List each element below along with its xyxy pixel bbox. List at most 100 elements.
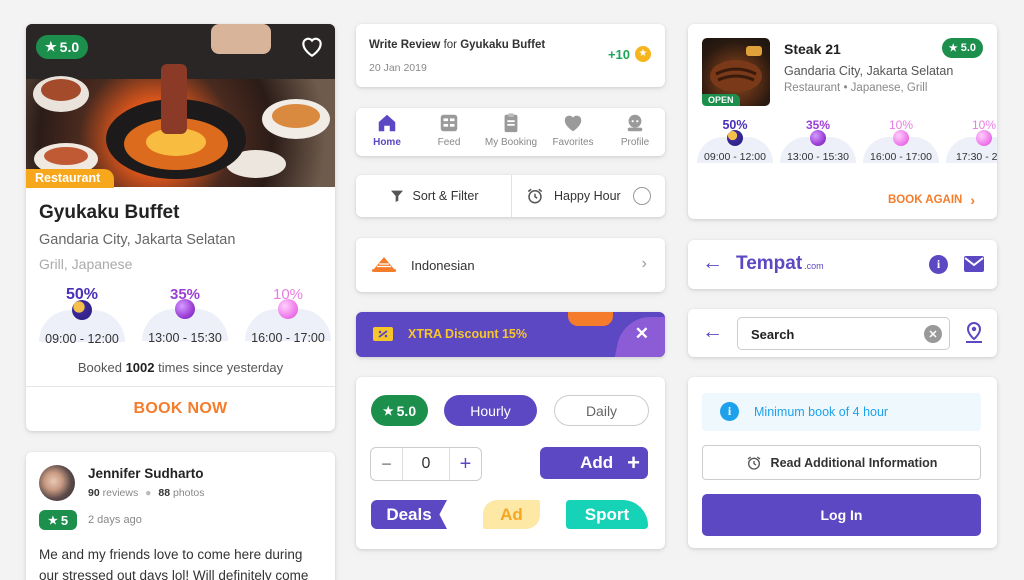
search-bar: ← Search ✕ (688, 309, 997, 357)
promo-banner[interactable]: XTRA Discount 15% ✕ (356, 312, 665, 357)
discount-ticket-icon (373, 327, 393, 341)
indonesian-food-icon (372, 257, 396, 272)
cuisine-row[interactable]: Indonesian › (356, 238, 665, 292)
quantity-stepper: − 0 + (370, 447, 482, 481)
steak-restaurant-card[interactable]: OPEN Steak 21 ★ 5.0 Gandaria City, Jakar… (688, 24, 997, 219)
happy-hour-radio[interactable] (633, 187, 651, 205)
happy-hour-toggle[interactable]: Happy Hour (512, 175, 665, 217)
book-again-button[interactable]: BOOK AGAIN › (888, 192, 975, 208)
rating-badge: ★ 5.0 (36, 35, 89, 59)
notification-title: Write Review for Gyukaku Buffet (369, 39, 546, 51)
clipboard-icon (504, 113, 518, 133)
time-slot[interactable]: 35% 13:00 - 15:30 (142, 286, 228, 345)
slot-indicator-icon (72, 300, 92, 320)
booking-controls: ★ 5.0 Hourly Daily − 0 + Add + Deals Ad … (356, 377, 665, 549)
close-icon[interactable]: ✕ (635, 324, 649, 344)
daily-toggle[interactable]: Daily (554, 395, 649, 426)
add-button[interactable]: Add + (540, 447, 648, 479)
bottom-navigation: Home Feed My Booking Favorites Profile (356, 108, 665, 156)
dot-separator: ● (145, 487, 152, 499)
increment-button[interactable]: + (449, 448, 481, 480)
plus-icon: + (627, 450, 640, 475)
mail-icon[interactable] (964, 256, 984, 272)
avatar[interactable] (39, 465, 75, 501)
read-additional-info-button[interactable]: Read Additional Information (702, 445, 981, 480)
booking-info-card: i Minimum book of 4 hour Read Additional… (688, 377, 997, 548)
coin-star-icon: ★ (635, 46, 651, 62)
filter-funnel-icon (390, 190, 403, 202)
alarm-clock-icon (747, 455, 760, 470)
quantity-value[interactable]: 0 (403, 448, 449, 480)
login-button[interactable]: Log In (702, 494, 981, 536)
promo-text: XTRA Discount 15% (408, 327, 528, 341)
chevron-right-icon: › (970, 192, 975, 208)
slot-indicator-icon (727, 130, 743, 146)
feed-icon (440, 114, 458, 132)
nav-favorites[interactable]: Favorites (542, 112, 604, 148)
time-slot[interactable]: 10% 16:00 - 17:00 (860, 118, 942, 163)
search-input[interactable]: Search ✕ (737, 317, 950, 350)
slot-indicator-icon (810, 130, 826, 146)
sort-filter-button[interactable]: Sort & Filter (356, 175, 511, 217)
slot-indicator-icon (278, 299, 298, 319)
restaurant-card[interactable]: ★ 5.0 Restaurant Gyukaku Buffet Gandaria… (26, 24, 335, 431)
heart-icon (564, 115, 582, 132)
reviewer-name[interactable]: Jennifer Sudharto (88, 466, 204, 481)
review-text: Me and my friends love to come here duri… (39, 547, 309, 580)
app-header-bar: ← Tempat .com i (688, 240, 997, 289)
decrement-button[interactable]: − (371, 448, 403, 480)
slot-indicator-icon (976, 130, 992, 146)
back-arrow-icon[interactable]: ← (702, 320, 723, 344)
rating-badge: ★ 5.0 (941, 38, 983, 58)
time-slot[interactable]: 50% 09:00 - 12:00 (39, 286, 125, 346)
restaurant-cuisine: Grill, Japanese (39, 256, 133, 272)
tag-ad: Ad (483, 500, 540, 529)
star-icon: ★ (45, 39, 57, 54)
minimum-book-notice: i Minimum book of 4 hour (702, 393, 981, 431)
book-now-button[interactable]: BOOK NOW (26, 387, 335, 431)
restaurant-location: Gandaria City, Jakarta Selatan (784, 64, 954, 78)
time-slot[interactable]: 50% 09:00 - 12:00 (694, 118, 776, 163)
restaurant-name: Steak 21 (784, 41, 841, 57)
tag-deals: Deals (371, 500, 447, 529)
tempat-logo[interactable]: Tempat .com (736, 253, 824, 275)
restaurant-name: Gyukaku Buffet (39, 202, 180, 223)
filter-bar: Sort & Filter Happy Hour (356, 175, 665, 217)
star-icon: ★ (48, 514, 58, 527)
review-time: 2 days ago (88, 514, 142, 526)
time-slot[interactable]: 10% 16:00 - 17:00 (245, 286, 331, 345)
restaurant-meta: Restaurant • Japanese, Grill (784, 82, 928, 94)
review-notification[interactable]: Write Review for Gyukaku Buffet 20 Jan 2… (356, 24, 665, 87)
rating-badge: ★ 5.0 (371, 395, 428, 426)
notification-date: 20 Jan 2019 (369, 62, 427, 74)
nav-feed[interactable]: Feed (418, 112, 480, 148)
tag-sport: Sport (566, 500, 648, 529)
profile-icon (627, 114, 643, 132)
cuisine-label: Indonesian (411, 258, 475, 273)
reviewer-stats: 90 reviews ● 88 photos (88, 487, 205, 499)
location-pin-icon[interactable] (964, 322, 984, 344)
back-arrow-icon[interactable]: ← (702, 251, 723, 275)
time-slot[interactable]: 35% 13:00 - 15:30 (777, 118, 859, 163)
open-badge: OPEN (702, 94, 740, 106)
info-icon: i (720, 402, 739, 421)
nav-home[interactable]: Home (356, 112, 418, 148)
points-reward: +10 ★ (608, 46, 651, 62)
review-card: Jennifer Sudharto 90 reviews ● 88 photos… (26, 452, 335, 580)
favorite-heart-icon[interactable] (299, 34, 325, 58)
home-icon (378, 114, 396, 132)
hourly-toggle[interactable]: Hourly (444, 395, 537, 426)
time-slot[interactable]: 10% 17:30 - 20 (943, 118, 997, 163)
star-icon: ★ (382, 403, 394, 418)
info-icon[interactable]: i (929, 255, 948, 274)
restaurant-location: Gandaria City, Jakarta Selatan (39, 232, 236, 248)
clear-icon[interactable]: ✕ (924, 325, 942, 343)
slot-indicator-icon (175, 299, 195, 319)
nav-profile[interactable]: Profile (604, 112, 665, 148)
chevron-right-icon: › (641, 255, 647, 272)
nav-my-booking[interactable]: My Booking (480, 112, 542, 148)
alarm-clock-icon (527, 188, 543, 204)
star-icon: ★ (948, 42, 958, 54)
slot-indicator-icon (893, 130, 909, 146)
category-badge: Restaurant (26, 169, 115, 188)
